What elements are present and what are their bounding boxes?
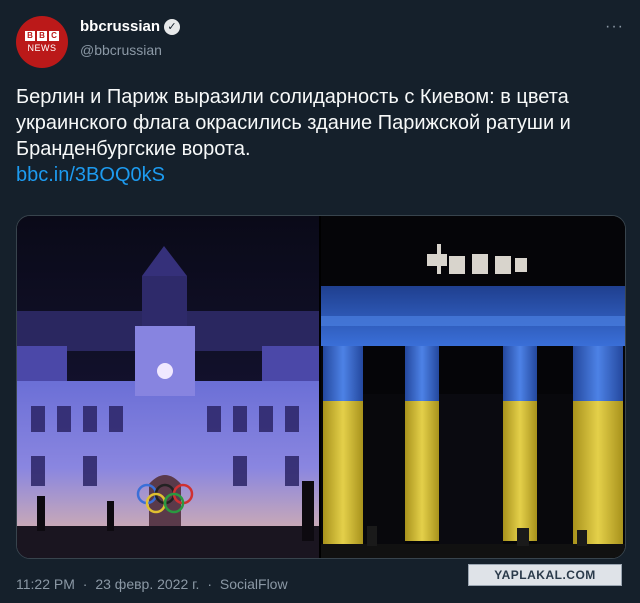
tweet-body: Берлин и Париж выразили солидарность с К… — [16, 84, 626, 188]
tweet-text: Берлин и Париж выразили солидарность с К… — [16, 86, 571, 160]
brandenburg-gate-photo[interactable] — [321, 216, 625, 558]
display-name[interactable]: bbcrussian — [80, 18, 160, 35]
bbc-logo-block: B — [37, 31, 47, 41]
media-divider — [319, 216, 321, 558]
tweet-source[interactable]: SocialFlow — [220, 576, 288, 592]
paris-city-hall-photo[interactable] — [17, 216, 319, 558]
tweet-header: B B C NEWS bbcrussian ✓ @bbcrussian ··· — [16, 12, 624, 68]
bbc-logo: B B C — [25, 31, 59, 41]
tweet-link[interactable]: bbc.in/3BOQ0kS — [16, 162, 626, 188]
bbc-logo-block: B — [25, 31, 35, 41]
tweet-footer: 11:22 PM · 23 февр. 2022 г. · SocialFlow — [16, 576, 288, 592]
verified-badge-icon: ✓ — [164, 18, 181, 35]
tweet-time[interactable]: 11:22 PM — [16, 576, 75, 592]
bbc-news-avatar[interactable]: B B C NEWS — [16, 16, 68, 68]
separator-dot: · — [207, 576, 212, 592]
tweet-media[interactable] — [16, 215, 626, 559]
name-row: bbcrussian ✓ — [80, 18, 181, 35]
bbc-logo-block: C — [49, 31, 59, 41]
yaplakal-watermark: YAPLAKAL.COM — [468, 564, 622, 586]
tweet-date[interactable]: 23 февр. 2022 г. — [95, 576, 199, 592]
separator-dot: · — [82, 576, 88, 592]
avatar-news-label: NEWS — [27, 43, 57, 53]
media-grid — [17, 216, 625, 558]
more-options-icon[interactable]: ··· — [605, 18, 624, 36]
user-handle[interactable]: @bbcrussian — [80, 42, 162, 58]
